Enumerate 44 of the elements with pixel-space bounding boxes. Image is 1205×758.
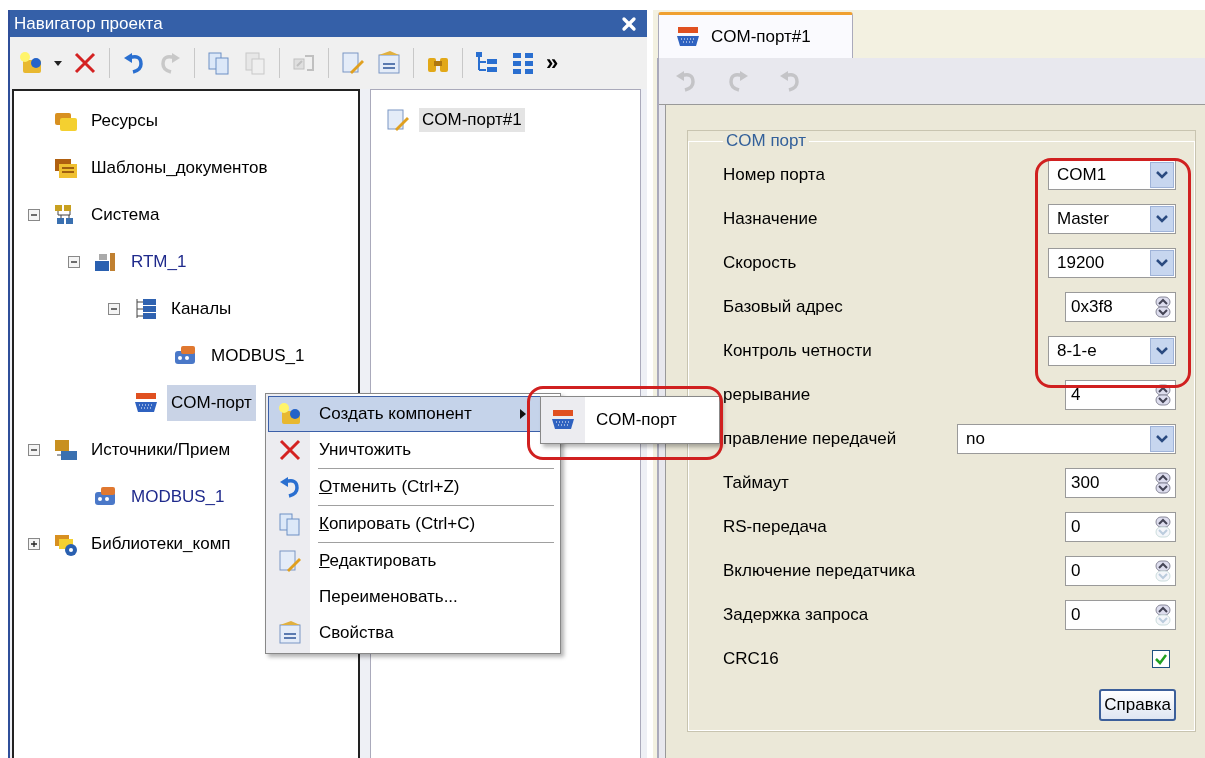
dropdown-field[interactable]: Master — [1048, 204, 1176, 234]
field-label: Номер порта — [723, 165, 825, 185]
list-item[interactable]: COM-порт#1 — [419, 108, 525, 132]
group-title: COM порт — [725, 131, 807, 151]
field-label: Скорость — [723, 253, 797, 273]
help-button[interactable]: Справка — [1099, 689, 1176, 721]
tree-item[interactable]: MODBUS_1 — [207, 337, 309, 374]
field-label: Назначение — [723, 209, 818, 229]
spin-field[interactable]: 0 — [1065, 556, 1176, 586]
menu-item[interactable]: Отменить (Ctrl+Z) — [268, 469, 558, 505]
tree-item[interactable]: Ресурсы — [87, 102, 163, 139]
menu-item[interactable]: Свойства — [268, 615, 558, 651]
tree-item[interactable]: MODBUS_1 — [127, 478, 229, 515]
field-label: Включение передатчика — [723, 561, 916, 581]
tree-item[interactable]: COM-порт — [167, 384, 256, 421]
field-label: правление передачей — [723, 429, 897, 449]
tree-item[interactable]: RTM_1 — [127, 243, 191, 280]
spin-field[interactable]: 0x3f8 — [1065, 292, 1176, 322]
tree-item[interactable]: Каналы — [167, 290, 236, 327]
menu-item[interactable]: Переименовать... — [268, 579, 558, 615]
spin-field[interactable]: 300 — [1065, 468, 1176, 498]
field-label: Контроль четности — [723, 341, 872, 361]
field-label: RS-передача — [723, 517, 827, 537]
overflow-button[interactable]: » — [544, 50, 561, 76]
document-tab[interactable]: COM-порт#1 — [658, 12, 853, 58]
menu-item[interactable]: Копировать (Ctrl+C) — [268, 506, 558, 542]
dropdown-field[interactable]: COM1 — [1048, 160, 1176, 190]
menu-item[interactable]: Редактировать — [268, 543, 558, 579]
tree-item[interactable]: Библиотеки_комп — [87, 525, 235, 562]
panel-title: Навигатор проекта — [14, 13, 163, 34]
dropdown-field[interactable]: no — [957, 424, 1176, 454]
spin-field[interactable]: 0 — [1065, 600, 1176, 630]
dropdown-field[interactable]: 8-1-e — [1048, 336, 1176, 366]
tree-item[interactable]: Шаблоны_документов — [87, 149, 272, 186]
field-label: CRC16 — [723, 649, 779, 669]
tree-item[interactable]: Источники/Прием — [87, 431, 235, 468]
field-label: рерывание — [723, 385, 811, 405]
spin-field[interactable]: 4 — [1065, 380, 1176, 410]
field-label: Задержка запроса — [723, 605, 869, 625]
field-label: Таймаут — [723, 473, 789, 493]
field-label: Базовый адрес — [723, 297, 843, 317]
tree-item[interactable]: Система — [87, 196, 164, 233]
spin-field[interactable]: 0 — [1065, 512, 1176, 542]
dropdown-field[interactable]: 19200 — [1048, 248, 1176, 278]
